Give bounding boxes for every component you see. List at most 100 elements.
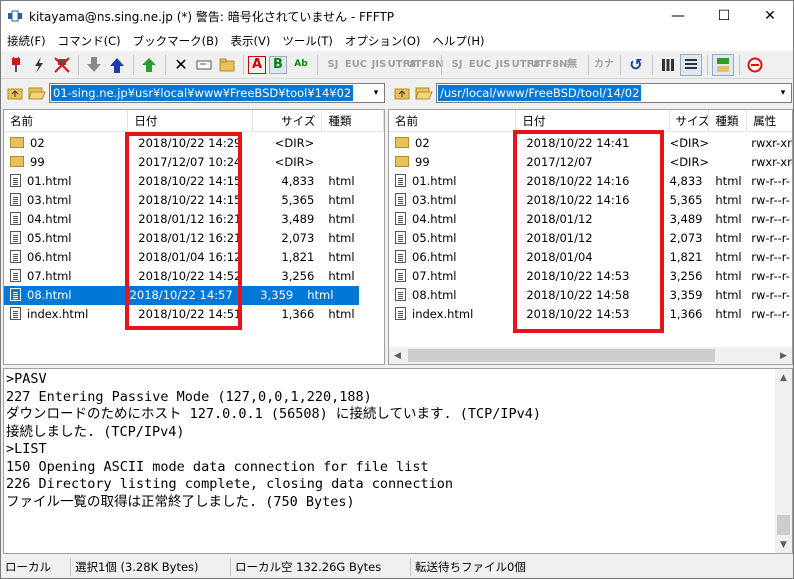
scroll-right-arrow-icon[interactable]: ▶ bbox=[775, 347, 792, 364]
file-name-cell: 04.html bbox=[4, 210, 128, 229]
toolbar-separator bbox=[588, 54, 589, 75]
file-icon bbox=[395, 307, 406, 320]
local-kanji-utf8n-button[interactable]: UTF8N bbox=[530, 54, 567, 76]
column-header-attribute[interactable]: 属性 bbox=[747, 110, 792, 132]
log-line: >LIST bbox=[6, 441, 47, 457]
menu-tools[interactable]: ツール(T) bbox=[276, 33, 339, 49]
close-button[interactable]: ✕ bbox=[747, 1, 793, 31]
file-icon bbox=[10, 269, 21, 282]
lightning-icon[interactable] bbox=[28, 54, 50, 76]
no-conversion-button[interactable]: 無 bbox=[561, 54, 583, 76]
plug-icon[interactable] bbox=[5, 54, 27, 76]
log-line: 150 Opening ASCII mode data connection f… bbox=[6, 458, 429, 475]
file-name: 05.html bbox=[27, 231, 72, 245]
local-parent-folder-icon[interactable] bbox=[5, 83, 25, 103]
sync-icon[interactable] bbox=[712, 53, 734, 76]
stop-icon[interactable] bbox=[744, 54, 766, 76]
file-size: <DIR> bbox=[669, 155, 710, 169]
scroll-down-arrow-icon[interactable]: ▼ bbox=[775, 536, 792, 553]
menu-help[interactable]: ヘルプ(H) bbox=[426, 33, 490, 49]
remote-path-bar: /usr/local/www/FreeBSD/tool/14/02 ▾ bbox=[392, 81, 792, 105]
file-icon bbox=[10, 231, 21, 244]
file-size: 3,256 bbox=[281, 269, 315, 283]
local-path-combo[interactable]: 01-sing.ne.jp¥usr¥local¥www¥FreeBSD¥tool… bbox=[49, 83, 385, 103]
column-header-name[interactable]: 名前 bbox=[389, 110, 517, 132]
minimize-button[interactable]: — bbox=[655, 1, 701, 31]
refresh-icon[interactable]: ↺ bbox=[625, 54, 647, 76]
date-column-highlight bbox=[513, 130, 664, 333]
log-line: >PASV bbox=[6, 371, 47, 387]
horizontal-scrollbar[interactable]: ◀ ▶ bbox=[389, 347, 792, 364]
file-type bbox=[322, 134, 384, 153]
file-icon bbox=[395, 231, 406, 244]
menu-view[interactable]: 表示(V) bbox=[224, 33, 276, 49]
remote-path-combo[interactable]: /usr/local/www/FreeBSD/tool/14/02 ▾ bbox=[436, 83, 792, 103]
maximize-button[interactable]: ☐ bbox=[701, 1, 747, 31]
local-kanji-euc-button[interactable]: EUC bbox=[469, 54, 491, 76]
ascii-mode-button[interactable]: A bbox=[248, 55, 266, 74]
menu-connect[interactable]: 接続(F) bbox=[1, 33, 52, 49]
scrollbar-thumb[interactable] bbox=[777, 515, 790, 535]
column-header-type[interactable]: 種類 bbox=[709, 110, 748, 132]
column-header-name[interactable]: 名前 bbox=[4, 110, 129, 132]
column-header-type[interactable]: 種類 bbox=[322, 110, 384, 132]
file-size: 1,366 bbox=[669, 307, 703, 321]
local-kanji-sjis-button[interactable]: SJ bbox=[446, 54, 468, 76]
kana-conversion-button[interactable]: カナ bbox=[593, 54, 615, 76]
file-icon bbox=[395, 250, 406, 263]
toolbar-separator bbox=[78, 54, 79, 75]
column-header-size[interactable]: サイズ bbox=[253, 110, 323, 132]
mirror-upload-icon[interactable] bbox=[138, 54, 160, 76]
download-arrow-icon[interactable] bbox=[83, 54, 105, 76]
file-name-cell: 07.html bbox=[389, 267, 516, 286]
disconnect-icon[interactable] bbox=[51, 54, 73, 76]
menu-options[interactable]: オプション(O) bbox=[339, 33, 427, 49]
binary-mode-button[interactable]: B bbox=[269, 55, 287, 74]
file-size: 4,833 bbox=[281, 174, 315, 188]
delete-icon[interactable]: ✕ bbox=[170, 54, 192, 76]
scrollbar-thumb[interactable] bbox=[408, 349, 715, 362]
remote-parent-folder-icon[interactable] bbox=[392, 83, 412, 103]
chevron-down-icon[interactable]: ▾ bbox=[368, 84, 384, 102]
detail-view-icon[interactable] bbox=[680, 53, 702, 76]
file-name-cell: index.html bbox=[4, 305, 128, 324]
log-line: 227 Entering Passive Mode (127,0,0,1,220… bbox=[6, 388, 372, 405]
file-name-cell: 01.html bbox=[4, 172, 128, 191]
local-open-folder-icon[interactable] bbox=[27, 83, 47, 103]
date-column-highlight bbox=[125, 132, 242, 330]
vertical-scrollbar[interactable]: ▲ ▼ bbox=[775, 369, 792, 553]
list-view-icon[interactable] bbox=[657, 54, 679, 76]
scroll-up-arrow-icon[interactable]: ▲ bbox=[775, 369, 792, 386]
file-size: 5,365 bbox=[669, 193, 703, 207]
local-file-list[interactable]: 名前 日付 サイズ 種類 02 2018/10/22 14:29 <DIR> 99 20… bbox=[3, 109, 385, 365]
rename-icon[interactable] bbox=[193, 54, 215, 76]
file-name: 08.html bbox=[27, 288, 72, 302]
ffftp-app-icon bbox=[8, 10, 22, 22]
file-type bbox=[709, 153, 747, 172]
file-size: 1,366 bbox=[281, 307, 315, 321]
log-panel[interactable]: >PASV 227 Entering Passive Mode (127,0,0,… bbox=[3, 368, 793, 554]
column-header-size[interactable]: サイズ bbox=[670, 110, 710, 132]
remote-file-list[interactable]: 名前 日付 サイズ 種類 属性 02 2018/10/22 14:41 <DIR> r… bbox=[388, 109, 793, 365]
host-kanji-euc-button[interactable]: EUC bbox=[345, 54, 367, 76]
upload-arrow-icon[interactable] bbox=[106, 54, 128, 76]
file-type: html bbox=[307, 288, 334, 302]
column-header-date[interactable]: 日付 bbox=[128, 110, 253, 132]
menu-bookmark[interactable]: ブックマーク(B) bbox=[127, 33, 225, 49]
file-type: html bbox=[328, 307, 355, 321]
auto-mode-button[interactable]: Ab bbox=[290, 54, 312, 76]
chevron-down-icon[interactable]: ▾ bbox=[775, 84, 791, 102]
file-type bbox=[322, 153, 384, 172]
column-header-date[interactable]: 日付 bbox=[516, 110, 670, 132]
file-name: 06.html bbox=[412, 250, 457, 264]
remote-open-folder-icon[interactable] bbox=[414, 83, 434, 103]
host-kanji-utf8n-button[interactable]: UTF8N bbox=[406, 54, 443, 76]
menu-command[interactable]: コマンド(C) bbox=[52, 33, 127, 49]
new-folder-icon[interactable] bbox=[216, 54, 238, 76]
file-type: html bbox=[328, 269, 355, 283]
scroll-left-arrow-icon[interactable]: ◀ bbox=[389, 347, 406, 364]
window-title: kitayama@ns.sing.ne.jp (*) 警告: 暗号化されていませ… bbox=[29, 9, 395, 24]
file-name: 04.html bbox=[27, 212, 72, 226]
host-kanji-sjis-button[interactable]: SJ bbox=[322, 54, 344, 76]
file-type: html bbox=[715, 307, 742, 321]
